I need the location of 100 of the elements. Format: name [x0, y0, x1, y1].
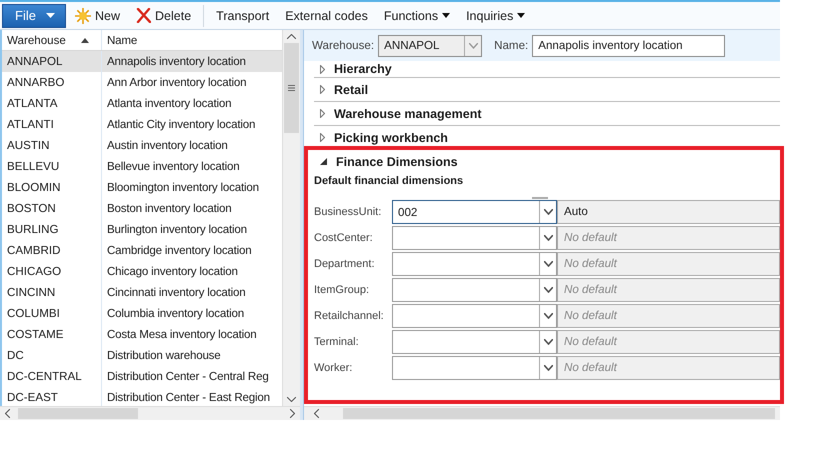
dimension-combo[interactable] [392, 304, 557, 328]
grid-row[interactable]: ANNAPOL Annapolis inventory location [2, 51, 282, 72]
name-cell-text: Chicago inventory location [106, 265, 239, 278]
scroll-thumb[interactable] [284, 43, 299, 133]
warehouse-cell: BOSTON [2, 198, 102, 219]
grip-icon [288, 85, 295, 91]
grip-handle[interactable] [532, 197, 548, 199]
dimension-combo[interactable] [392, 356, 557, 380]
section-header[interactable]: Finance Dimensions [314, 150, 780, 173]
warehouse-cell: ATLANTA [2, 93, 102, 114]
name-cell-text: Bellevue inventory location [106, 160, 241, 173]
dimension-combo[interactable] [392, 278, 557, 302]
name-cell-text: Costa Mesa inventory location [106, 328, 258, 341]
name-cell-text: Distribution warehouse [106, 349, 222, 362]
name-cell-text: Austin inventory location [106, 139, 229, 152]
collapsed-triangle-icon [320, 133, 325, 142]
dimension-label: Department: [314, 258, 376, 270]
file-menu-button[interactable]: File [2, 4, 66, 28]
dimension-label: ItemGroup: [314, 284, 370, 296]
default-value-field: No default [557, 252, 780, 276]
grid-row[interactable]: ATLANTI Atlantic City inventory location [2, 114, 282, 135]
name-cell-text: Atlanta inventory location [106, 97, 232, 110]
default-value-field: No default [557, 304, 780, 328]
warehouse-cell: COSTAME [2, 324, 102, 345]
warehouse-cell: CAMBRID [2, 240, 102, 261]
warehouse-cell: CHICAGO [2, 261, 102, 282]
name-cell-text: Bloomington inventory location [106, 181, 260, 194]
grid-row[interactable]: ATLANTA Atlanta inventory location [2, 93, 282, 114]
grid-row[interactable]: BELLEVU Bellevue inventory location [2, 156, 282, 177]
dimension-combo[interactable]: 002 [392, 200, 557, 224]
delete-button[interactable]: Delete [129, 4, 198, 28]
dimension-label: Terminal: [314, 336, 360, 348]
scroll-thumb[interactable] [343, 408, 775, 419]
grid-row[interactable]: DC-CENTRAL Distribution Center - Central Reg [2, 366, 282, 387]
grid-row[interactable]: ANNARBO Ann Arbor inventory location [2, 72, 282, 93]
name-cell-text: Boston inventory location [106, 202, 233, 215]
name-cell-text: Distribution Center - East Region [106, 391, 271, 404]
grid-row[interactable]: BURLING Burlington inventory location [2, 219, 282, 240]
section-header[interactable]: Retail [314, 78, 780, 101]
default-value-field: No default [557, 226, 780, 250]
vertical-scrollbar[interactable] [282, 30, 300, 406]
column-header[interactable]: Name [102, 30, 282, 50]
warehouse-combo[interactable]: ANNAPOL [378, 34, 482, 56]
horizontal-scrollbar[interactable] [0, 406, 300, 420]
section-header[interactable]: Hierarchy [314, 61, 780, 77]
grid-row[interactable]: BLOOMIN Bloomington inventory location [2, 177, 282, 198]
name-cell-text: Distribution Center - Central Reg [106, 370, 270, 383]
grid-row[interactable]: DC Distribution warehouse [2, 345, 282, 366]
grid-row[interactable]: CHICAGO Chicago inventory location [2, 261, 282, 282]
menu-button[interactable]: Functions [376, 4, 458, 28]
name-cell-text: Columbia inventory location [106, 307, 246, 320]
toolbar-button[interactable]: Transport [209, 4, 276, 28]
toolbar-button[interactable]: External codes [278, 4, 375, 28]
section-header[interactable]: Warehouse management [314, 102, 780, 125]
dimension-label: CostCenter: [314, 232, 374, 244]
warehouse-cell: ANNARBO [2, 72, 102, 93]
new-button[interactable]: New [68, 4, 128, 28]
section-header[interactable]: Picking workbench [314, 126, 780, 149]
grid-row[interactable]: CINCINN Cincinnati inventory location [2, 282, 282, 303]
name-cell-text: Ann Arbor inventory location [106, 76, 248, 89]
chevron-icon [544, 235, 552, 241]
default-value-field: No default [557, 356, 780, 380]
name-field[interactable]: Annapolis inventory location [532, 34, 726, 56]
default-value-field: Auto [557, 200, 780, 224]
column-header[interactable]: Warehouse [2, 30, 102, 50]
chevron-icon [544, 339, 552, 345]
expanded-triangle-icon [320, 158, 327, 165]
name-cell-text: Atlantic City inventory location [106, 118, 256, 131]
collapsed-triangle-icon [320, 64, 325, 74]
menu-button[interactable]: Inquiries [459, 4, 532, 28]
dimension-combo[interactable] [392, 330, 557, 354]
sun-icon [75, 8, 91, 24]
dimension-combo[interactable] [392, 226, 557, 250]
warehouse-cell: AUSTIN [2, 135, 102, 156]
caret-icon [46, 13, 55, 18]
name-cell-text: Annapolis inventory location [106, 55, 247, 68]
grid-row[interactable]: BOSTON Boston inventory location [2, 198, 282, 219]
collapsed-triangle-icon [320, 109, 325, 118]
default-value-field: No default [557, 278, 780, 302]
name-cell-text: Cincinnati inventory location [106, 286, 247, 299]
warehouse-cell: BLOOMIN [2, 177, 102, 198]
grid-row[interactable]: AUSTIN Austin inventory location [2, 135, 282, 156]
grid-row[interactable]: COSTAME Costa Mesa inventory location [2, 324, 282, 345]
chevron-icon [468, 42, 478, 48]
group-title: Default financial dimensions [314, 175, 464, 187]
chevron-icon [544, 313, 552, 319]
chevron-icon [544, 287, 552, 293]
horizontal-scrollbar[interactable] [304, 406, 780, 420]
dimension-label: Retailchannel: [314, 310, 385, 322]
cross-icon [136, 8, 152, 23]
grid-row[interactable]: COLUMBI Columbia inventory location [2, 303, 282, 324]
dimension-label: BusinessUnit: [314, 206, 382, 218]
default-value-field: No default [557, 330, 780, 354]
name-cell-text: Cambridge inventory location [106, 244, 253, 257]
warehouse-cell: ANNAPOL [2, 51, 102, 72]
field-label: Name: [494, 39, 528, 52]
scroll-thumb[interactable] [18, 408, 138, 419]
dimension-combo[interactable] [392, 252, 557, 276]
warehouse-cell: DC-CENTRAL [2, 366, 102, 387]
grid-row[interactable]: CAMBRID Cambridge inventory location [2, 240, 282, 261]
